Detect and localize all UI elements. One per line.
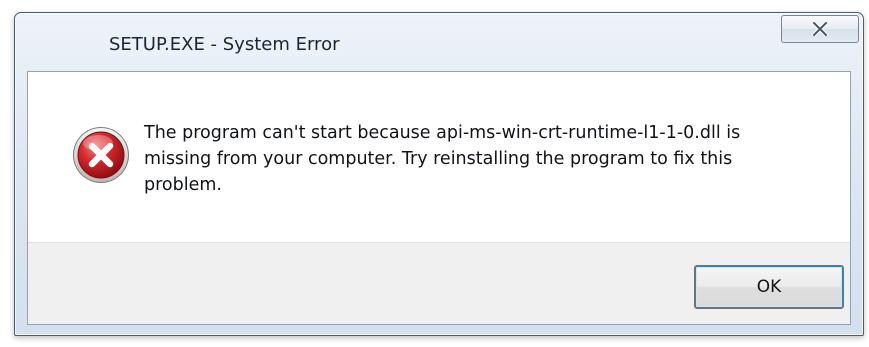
error-icon [73,127,129,183]
ok-button[interactable]: OK [694,265,844,309]
title-bar[interactable]: SETUP.EXE - System Error [15,13,863,71]
dialog-body: The program can't start because api-ms-w… [27,71,851,325]
button-area: OK [28,242,850,324]
close-icon [812,22,828,36]
error-dialog: SETUP.EXE - System Error The program can… [14,12,864,336]
error-message-line-2: missing from your computer. Try reinstal… [144,149,733,169]
error-message: The program can't start because api-ms-w… [144,120,824,198]
error-message-line-3: problem. [144,175,222,195]
window-title: SETUP.EXE - System Error [105,33,346,57]
message-area: The program can't start because api-ms-w… [28,72,850,242]
error-message-line-1: The program can't start because api-ms-w… [144,123,741,143]
close-button[interactable] [781,15,859,43]
